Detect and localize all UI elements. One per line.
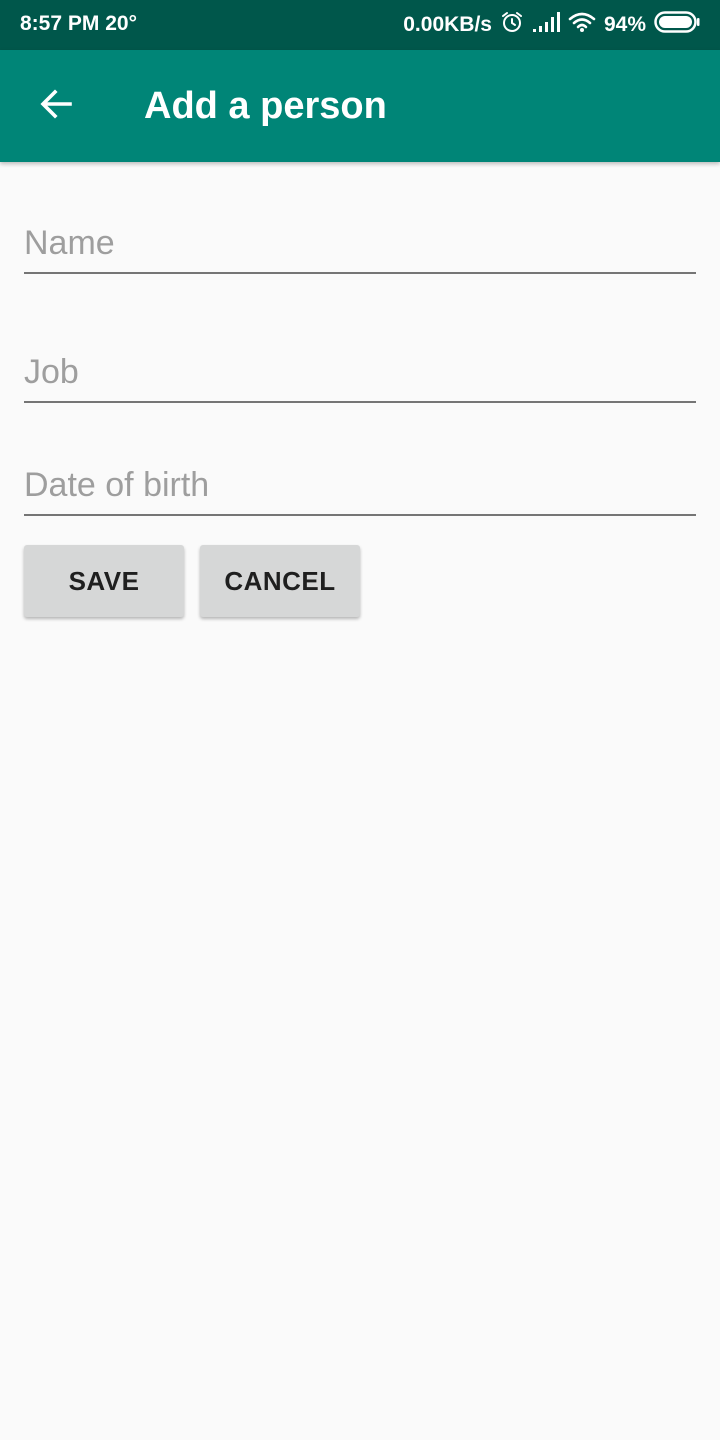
status-right: 0.00KB/s 94% (403, 10, 700, 40)
arrow-back-icon (38, 86, 74, 127)
date-of-birth-field[interactable] (24, 456, 696, 516)
alarm-icon (500, 10, 524, 40)
job-field[interactable] (24, 343, 696, 403)
battery-percent: 94% (603, 13, 646, 36)
status-bar: 8:57 PM 20° 0.00KB/s 94% (0, 0, 720, 50)
status-time: 8:57 PM (20, 12, 100, 35)
save-button[interactable]: SAVE (24, 545, 184, 617)
wifi-icon (568, 11, 596, 39)
status-left: 8:57 PM 20° (20, 12, 137, 36)
page-title: Add a person (144, 85, 387, 127)
app-bar: Add a person (0, 50, 720, 162)
network-speed: 0.00KB/s (403, 13, 492, 36)
battery-icon (654, 11, 700, 39)
name-field[interactable] (24, 214, 696, 274)
back-button[interactable] (24, 74, 88, 138)
signal-icon (532, 11, 560, 39)
status-temperature: 20° (105, 12, 137, 35)
cancel-button[interactable]: CANCEL (200, 545, 360, 617)
